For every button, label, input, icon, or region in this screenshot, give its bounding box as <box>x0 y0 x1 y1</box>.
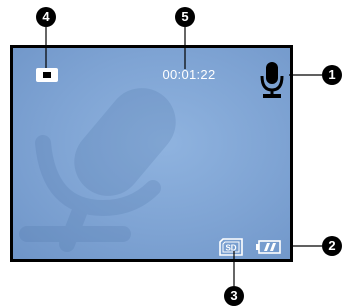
callout-3: 3 <box>224 286 244 306</box>
callout-2: 2 <box>322 236 342 256</box>
callout-1: 1 <box>322 65 342 85</box>
callout-5: 5 <box>175 7 195 27</box>
callout-lines <box>45 27 322 286</box>
callout-4: 4 <box>36 7 56 27</box>
